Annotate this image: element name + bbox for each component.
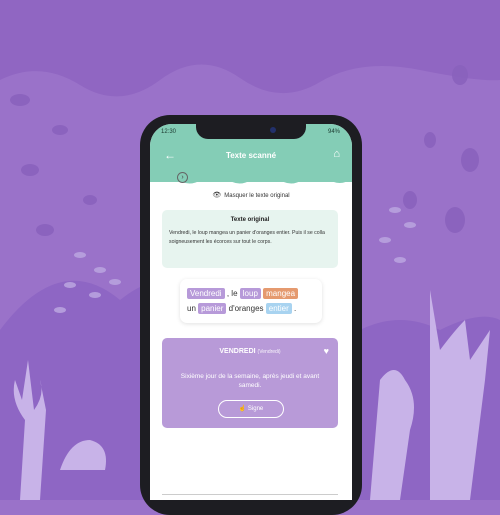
hide-original-toggle[interactable]: 👁 Masquer le texte original bbox=[150, 191, 352, 199]
favorite-heart-icon[interactable]: ♥ bbox=[324, 346, 329, 356]
status-battery: 94% bbox=[327, 129, 340, 135]
punct-comma: , bbox=[226, 289, 230, 298]
home-icon[interactable]: ⌂ bbox=[333, 148, 340, 160]
original-text-heading: Texte original bbox=[230, 217, 270, 223]
word-chip-mangea[interactable]: mangea bbox=[263, 288, 299, 299]
definition-card: VENDREDI (Vendredi) ♥ Sixième jour de la… bbox=[162, 338, 338, 428]
sign-button-label: Signe bbox=[247, 406, 264, 412]
word-un[interactable]: un bbox=[187, 304, 196, 313]
word-chip-entier[interactable]: entier bbox=[265, 303, 292, 314]
definition-word-text: VENDREDI bbox=[219, 348, 256, 355]
word-chip-vendredi[interactable]: Vendredi bbox=[187, 288, 225, 299]
sentence-line-1: Vendredi , le loup mangea bbox=[187, 288, 299, 299]
hide-original-label: Masquer le texte original bbox=[224, 193, 290, 199]
phone-notch bbox=[196, 124, 306, 139]
bottom-divider bbox=[162, 494, 338, 495]
definition-word-note: (Vendredi) bbox=[257, 349, 281, 355]
word-chip-loup[interactable]: loup bbox=[239, 288, 261, 299]
eye-icon: 👁 bbox=[212, 192, 222, 199]
camera-dot bbox=[270, 127, 276, 133]
definition-word: VENDREDI (Vendredi) bbox=[162, 348, 338, 355]
next-arrow-icon[interactable]: › bbox=[177, 172, 188, 183]
page-title: Texte scanné bbox=[225, 151, 277, 160]
punct-period: . bbox=[294, 304, 297, 313]
status-time: 12:30 bbox=[161, 129, 177, 135]
original-text-body: Vendredi, le loup mangea un panier d'ora… bbox=[169, 230, 325, 245]
sentence-line-2: un panier d'oranges entier . bbox=[187, 303, 296, 314]
sign-button[interactable]: ☝ Signe bbox=[218, 400, 284, 418]
definition-text: Sixième jour de la semaine, après jeudi … bbox=[180, 373, 320, 389]
sentence-card: Vendredi , le loup mangea un panier d'or… bbox=[180, 279, 322, 323]
original-text-card: Texte original Vendredi, le loup mangea … bbox=[162, 210, 338, 268]
word-chip-panier[interactable]: panier bbox=[198, 303, 227, 314]
word-le[interactable]: le bbox=[231, 289, 237, 298]
word-doranges[interactable]: d'oranges bbox=[229, 304, 264, 313]
